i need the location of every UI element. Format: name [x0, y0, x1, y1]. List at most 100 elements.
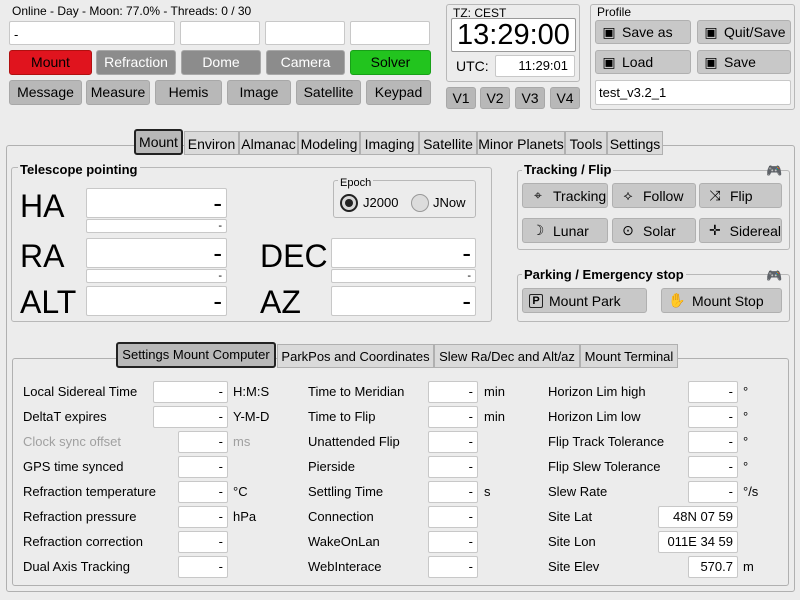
- tab-minor-planets[interactable]: Minor Planets: [477, 131, 565, 155]
- keypad-button[interactable]: Keypad: [366, 80, 431, 105]
- unattended-flip-label: Unattended Flip: [308, 434, 400, 449]
- hemis-button[interactable]: Hemis: [155, 80, 222, 105]
- refraction-correction-value: -: [178, 531, 228, 553]
- tab-imaging[interactable]: Imaging: [360, 131, 419, 155]
- tab-satellite[interactable]: Satellite: [419, 131, 477, 155]
- site-lat-value: 48N 07 59: [658, 506, 738, 528]
- dec-sub-value: -: [331, 269, 476, 283]
- webinterace-label: WebInterace: [308, 559, 382, 574]
- horizon-lim-low-label: Horizon Lim low: [548, 409, 641, 424]
- sidereal-button[interactable]: ✛ Sidereal: [699, 218, 782, 243]
- dual-axis-tracking-value: -: [178, 556, 228, 578]
- flip-slew-tolerance-value: -: [688, 456, 738, 478]
- slew-rate-label: Slew Rate: [548, 484, 608, 499]
- lunar-button[interactable]: ☽ Lunar: [522, 218, 608, 243]
- refraction-status-button[interactable]: Refraction: [96, 50, 176, 75]
- star-icon: ✛: [708, 222, 721, 238]
- jnow-radio[interactable]: [411, 194, 429, 212]
- subtab-mount-terminal[interactable]: Mount Terminal: [580, 344, 678, 368]
- tab-almanac[interactable]: Almanac: [239, 131, 298, 155]
- tracking-button[interactable]: ⌖ Tracking: [522, 183, 608, 208]
- telescope-pointing-title: Telescope pointing: [18, 162, 140, 177]
- solver-status-button[interactable]: Solver: [350, 50, 431, 75]
- refraction-temperature-value: -: [178, 481, 228, 503]
- mount-stop-button[interactable]: ✋ Mount Stop: [661, 288, 782, 313]
- flip-slew-tolerance-unit: °: [743, 459, 749, 474]
- refraction-pressure-unit: hPa: [233, 509, 257, 524]
- v4-button[interactable]: V4: [550, 87, 580, 109]
- subtab-slew[interactable]: Slew Ra/Dec and Alt/az: [434, 344, 580, 368]
- profile-name-field[interactable]: test_v3.2_1: [595, 80, 791, 105]
- subtab-settings-mount-computer[interactable]: Settings Mount Computer: [116, 342, 276, 368]
- dome-status-button[interactable]: Dome: [181, 50, 261, 75]
- save-as-button[interactable]: ▣ Save as: [595, 20, 691, 44]
- v1-button[interactable]: V1: [446, 87, 476, 109]
- tab-settings[interactable]: Settings: [607, 131, 663, 155]
- gamepad-icon: 🎮: [766, 163, 783, 178]
- time-to-meridian-label: Time to Meridian: [308, 384, 405, 399]
- v2-button[interactable]: V2: [480, 87, 510, 109]
- solar-button[interactable]: ⊙ Solar: [612, 218, 696, 243]
- flip-button[interactable]: ⤨ Flip: [699, 183, 782, 208]
- mount-park-button[interactable]: P Mount Park: [522, 288, 647, 313]
- jnow-label: JNow: [433, 195, 466, 210]
- flip-track-tolerance-label: Flip Track Tolerance: [548, 434, 665, 449]
- sun-icon: ⊙: [622, 222, 634, 238]
- measure-button[interactable]: Measure: [86, 80, 150, 105]
- j2000-radio[interactable]: [340, 194, 358, 212]
- satellite-button[interactable]: Satellite: [296, 80, 361, 105]
- utc-time-display: 11:29:01: [495, 55, 575, 77]
- wakeonlan-label: WakeOnLan: [308, 534, 380, 549]
- flip-track-tolerance-unit: °: [743, 434, 749, 449]
- tab-tools[interactable]: Tools: [565, 131, 607, 155]
- site-elev-label: Site Elev: [548, 559, 600, 574]
- dec-value: -: [331, 238, 476, 268]
- tab-environ[interactable]: Environ: [184, 131, 239, 155]
- clock-sync-offset-unit: ms: [233, 434, 251, 449]
- time-to-flip-label: Time to Flip: [308, 409, 376, 424]
- gamepad-icon: 🎮: [766, 268, 783, 283]
- message-input[interactable]: -: [9, 21, 175, 45]
- save-button[interactable]: ▣ Save: [697, 50, 791, 74]
- parking-icon: P: [529, 293, 543, 308]
- ra-label: RA: [20, 238, 65, 274]
- refraction-pressure-label: Refraction pressure: [23, 509, 137, 524]
- tab-mount[interactable]: Mount: [134, 129, 183, 155]
- epoch-title: Epoch: [338, 177, 374, 189]
- utc-label: UTC:: [456, 58, 489, 74]
- pierside-label: Pierside: [308, 459, 355, 474]
- load-button[interactable]: ▣ Load: [595, 50, 691, 74]
- ha-label: HA: [20, 188, 65, 224]
- v3-button[interactable]: V3: [515, 87, 545, 109]
- load-icon: ▣: [602, 53, 616, 70]
- settling-time-unit: s: [484, 484, 491, 499]
- flip-slew-tolerance-label: Flip Slew Tolerance: [548, 459, 661, 474]
- status-box-1: [180, 21, 260, 45]
- status-box-3: [350, 21, 430, 45]
- horizon-lim-high-unit: °: [743, 384, 749, 399]
- ra-value: -: [86, 238, 227, 268]
- image-button[interactable]: Image: [227, 80, 291, 105]
- tab-modeling[interactable]: Modeling: [298, 131, 360, 155]
- camera-status-button[interactable]: Camera: [266, 50, 345, 75]
- time-to-flip-unit: min: [484, 409, 505, 424]
- mount-status-button[interactable]: Mount: [9, 50, 92, 75]
- wakeonlan-value: -: [428, 531, 478, 553]
- az-label: AZ: [260, 284, 301, 320]
- az-value: -: [331, 286, 476, 316]
- alt-value: -: [86, 286, 227, 316]
- refraction-temperature-label: Refraction temperature: [23, 484, 156, 499]
- local-time-display: 13:29:00: [451, 18, 576, 52]
- gps-time-synced-label: GPS time synced: [23, 459, 124, 474]
- site-lon-label: Site Lon: [548, 534, 596, 549]
- save-icon: ▣: [704, 23, 718, 40]
- horizon-lim-high-label: Horizon Lim high: [548, 384, 646, 399]
- quit-save-button[interactable]: ▣ Quit/Save: [697, 20, 791, 44]
- pierside-value: -: [428, 456, 478, 478]
- connection-label: Connection: [308, 509, 374, 524]
- message-button[interactable]: Message: [9, 80, 82, 105]
- save-icon: ▣: [602, 23, 616, 40]
- subtab-parkpos[interactable]: ParkPos and Coordinates: [277, 344, 434, 368]
- follow-button[interactable]: ⟡ Follow: [612, 183, 696, 208]
- follow-icon: ⟡: [623, 187, 633, 203]
